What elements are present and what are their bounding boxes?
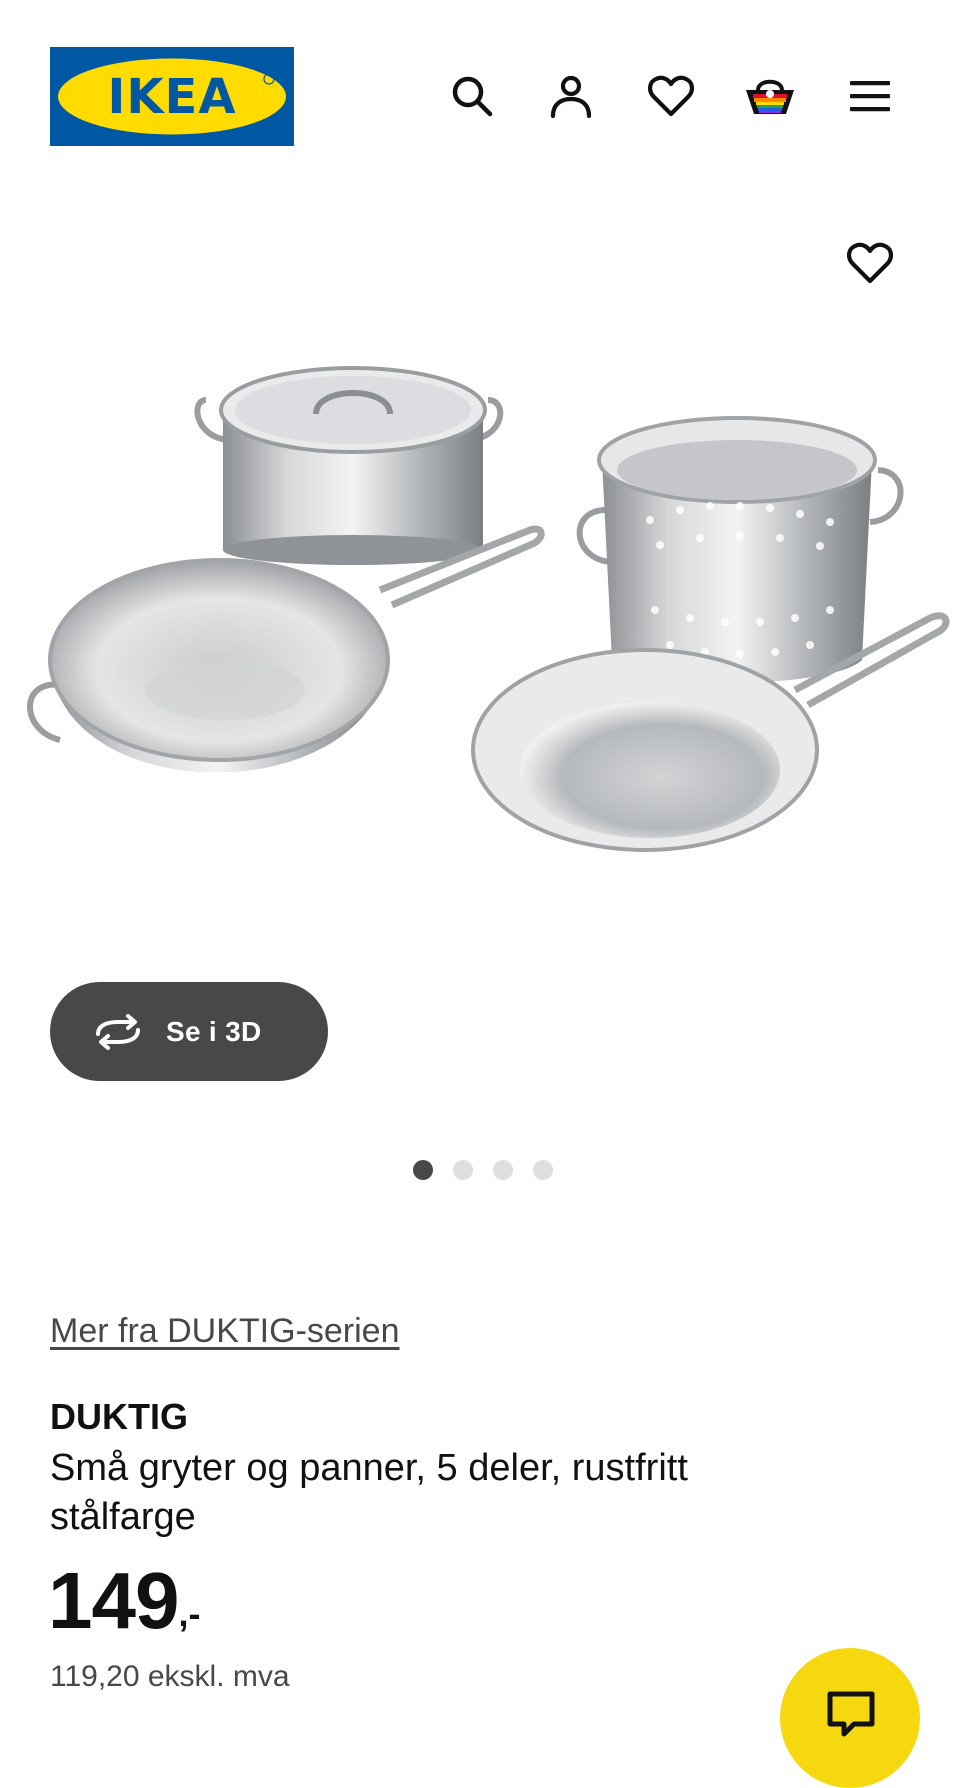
product-description: Små gryter og panner, 5 deler, rustfritt… bbox=[50, 1447, 688, 1538]
colander-pot bbox=[576, 416, 904, 683]
carousel-dot[interactable] bbox=[533, 1160, 553, 1180]
chat-button[interactable] bbox=[780, 1648, 920, 1788]
price-excl-vat: 119,20 ekskl. mva bbox=[50, 1660, 290, 1693]
product-price: 149 ,- bbox=[48, 1558, 200, 1644]
wok bbox=[27, 525, 545, 773]
carousel-dot[interactable] bbox=[453, 1160, 473, 1180]
basket-icon[interactable] bbox=[744, 70, 796, 122]
image-carousel-indicator bbox=[413, 1160, 553, 1180]
product-name: DUKTIG bbox=[50, 1396, 188, 1437]
view-in-3d-button[interactable]: Se i 3D bbox=[50, 982, 328, 1081]
price-suffix: ,- bbox=[178, 1593, 201, 1634]
logo-wordmark: IKEA bbox=[108, 69, 237, 125]
carousel-dot[interactable] bbox=[493, 1160, 513, 1180]
ikea-logo[interactable]: IKEA bbox=[50, 47, 294, 146]
account-icon[interactable] bbox=[545, 70, 597, 122]
product-image[interactable] bbox=[0, 360, 960, 920]
price-whole: 149 bbox=[48, 1556, 179, 1645]
view-in-3d-label: Se i 3D bbox=[166, 1015, 262, 1047]
search-icon[interactable] bbox=[446, 70, 498, 122]
menu-icon[interactable] bbox=[844, 70, 896, 122]
pot-with-lid bbox=[194, 366, 504, 565]
favorites-icon[interactable] bbox=[645, 70, 697, 122]
series-link[interactable]: Mer fra DUKTIG-serien bbox=[50, 1312, 400, 1351]
carousel-dot[interactable] bbox=[413, 1160, 433, 1180]
chat-icon bbox=[827, 1691, 875, 1737]
add-to-favorites-icon[interactable] bbox=[842, 235, 898, 291]
rotate-3d-icon bbox=[92, 1013, 144, 1050]
